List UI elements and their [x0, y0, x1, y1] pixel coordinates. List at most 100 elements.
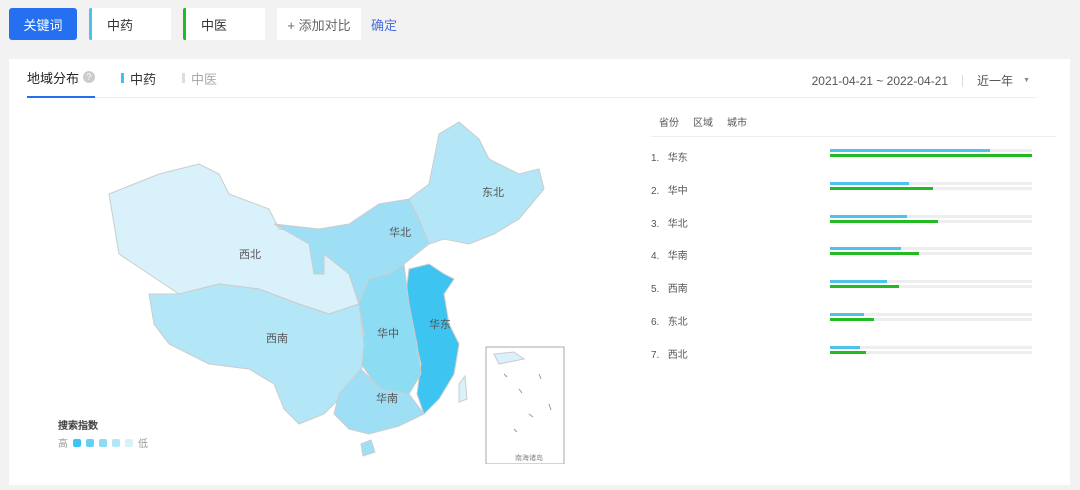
region-name: 东北 [667, 316, 688, 328]
legend-high: 高 [58, 439, 68, 450]
bar-zhongyao [830, 214, 907, 218]
ranking-row: 6. 东北 [651, 301, 1056, 334]
bar-zhongyao [830, 149, 990, 152]
legend-swatch [125, 438, 133, 447]
label-huazhong: 华中 [377, 326, 399, 340]
bar-zhongyi [830, 317, 875, 321]
help-icon[interactable]: ? [83, 71, 96, 83]
region-ranking: 省份 区域 城市 1. 华东 2. 华中 3. 华北 4. 华南 5. 西南 6… [651, 107, 1056, 367]
ranking-label: 3. 华北 [651, 215, 688, 230]
confirm-link[interactable]: 确定 [371, 15, 397, 34]
bar-zhongyi [830, 219, 939, 223]
term-input-zhongyi[interactable]: 中医 [183, 8, 265, 40]
rank: 4. [651, 251, 660, 263]
ranking-row: 5. 西南 [651, 268, 1056, 301]
bar-track-zhongyao [830, 247, 1032, 251]
south-china-sea-inset: 南海诸岛 [485, 346, 565, 464]
bar-track-zhongyi [830, 186, 1032, 190]
rank: 1. [651, 153, 660, 164]
ranking-label: 5. 西南 [651, 280, 688, 295]
series-zhongyao[interactable]: 中药 [121, 69, 156, 88]
bar-zhongyi [830, 186, 934, 190]
tab-province[interactable]: 省份 [659, 114, 679, 129]
rank: 5. [651, 284, 660, 296]
legend-swatch [86, 438, 94, 447]
legend-low: 低 [138, 439, 148, 450]
bar-zhongyao [830, 181, 909, 185]
inset-label: 南海诸岛 [515, 453, 543, 462]
bar-zhongyi [830, 154, 1032, 157]
taiwan[interactable] [458, 374, 468, 403]
region-name: 华北 [667, 218, 688, 230]
ranking-label: 7. 西北 [651, 346, 688, 361]
bar-zhongyao [830, 312, 865, 316]
bar-track-zhongyao [830, 149, 1032, 152]
label-huabei: 华北 [389, 225, 411, 239]
bar-zhongyao [830, 345, 861, 349]
date-range[interactable]: 2021-04-21 ~ 2022-04-21 [812, 74, 948, 88]
legend-swatch [112, 438, 120, 447]
bar-track-zhongyao [830, 280, 1032, 284]
rank: 2. [651, 185, 660, 197]
bar-track-zhongyi [830, 252, 1032, 256]
bar-track-zhongyao [830, 214, 1032, 218]
bar-track-zhongyi [830, 154, 1032, 157]
region-name: 华南 [667, 251, 688, 263]
bar-zhongyao [830, 280, 887, 284]
caret-down-icon[interactable]: ▼ [1023, 77, 1030, 84]
tab-label: 地域分布 [27, 70, 80, 86]
add-compare-button[interactable]: + 添加对比 [277, 8, 361, 40]
bar-zhongyi [830, 350, 867, 354]
label-xibei: 西北 [239, 248, 261, 261]
series-label: 中药 [130, 71, 157, 87]
region-name: 西北 [667, 349, 688, 361]
keyword-button[interactable]: 关键词 [9, 8, 77, 40]
bar-track-zhongyi [830, 285, 1032, 289]
ranking-row: 1. 华东 [651, 137, 1056, 170]
bar-track-zhongyao [830, 345, 1032, 349]
ranking-label: 6. 东北 [651, 313, 688, 328]
rank: 7. [651, 349, 660, 361]
hainan[interactable] [360, 439, 376, 457]
legend-swatch [73, 438, 81, 447]
ranking-row: 2. 华中 [651, 170, 1056, 203]
ranking-row: 4. 华南 [651, 235, 1056, 268]
label-xinan: 西南 [266, 332, 288, 345]
ranking-row: 7. 西北 [651, 334, 1056, 367]
ranking-row: 3. 华北 [651, 203, 1056, 236]
rank: 6. [651, 316, 660, 328]
region-name: 西南 [667, 284, 688, 296]
divider [962, 74, 964, 87]
series-marker [121, 73, 125, 83]
legend-title: 搜索指数 [58, 421, 98, 432]
label-huanan: 华南 [376, 391, 398, 405]
bar-track-zhongyi [830, 350, 1032, 354]
region-name: 华东 [667, 153, 688, 164]
legend-swatch [99, 438, 107, 447]
china-map: 西北 华北 东北 华中 华东 西南 华南 南海诸岛 [108, 121, 565, 464]
ranking-label: 4. 华南 [651, 247, 688, 262]
period-select[interactable]: 近一年 [977, 72, 1013, 89]
bar-zhongyi [830, 252, 919, 256]
bar-track-zhongyi [830, 317, 1032, 321]
region-panel: 地域分布? 中药 中医 2021-04-21 ~ 2022-04-21 近一年 … [9, 59, 1070, 485]
date-filter: 2021-04-21 ~ 2022-04-21 近一年 ▼ [812, 72, 1030, 89]
bar-track-zhongyao [830, 312, 1032, 316]
series-zhongyi[interactable]: 中医 [182, 69, 217, 88]
series-label: 中医 [191, 71, 218, 87]
bar-track-zhongyi [830, 219, 1032, 223]
label-dongbei: 东北 [482, 186, 504, 199]
tab-region[interactable]: 区域 [693, 114, 713, 129]
region-dongbei[interactable] [408, 121, 545, 245]
label-huadong: 华东 [429, 317, 451, 331]
tab-city[interactable]: 城市 [727, 114, 747, 129]
bar-track-zhongyao [830, 181, 1032, 185]
term-input-zhongyao[interactable]: 中药 [89, 8, 171, 40]
keyword-bar: 关键词 中药 中医 + 添加对比 确定 [9, 8, 397, 40]
region-name: 华中 [667, 185, 688, 197]
bar-zhongyao [830, 247, 901, 251]
ranking-label: 2. 华中 [651, 182, 688, 197]
series-marker [182, 73, 186, 83]
tab-region-distribution[interactable]: 地域分布? [27, 59, 96, 98]
map-legend: 搜索指数 高 低 [58, 417, 148, 450]
